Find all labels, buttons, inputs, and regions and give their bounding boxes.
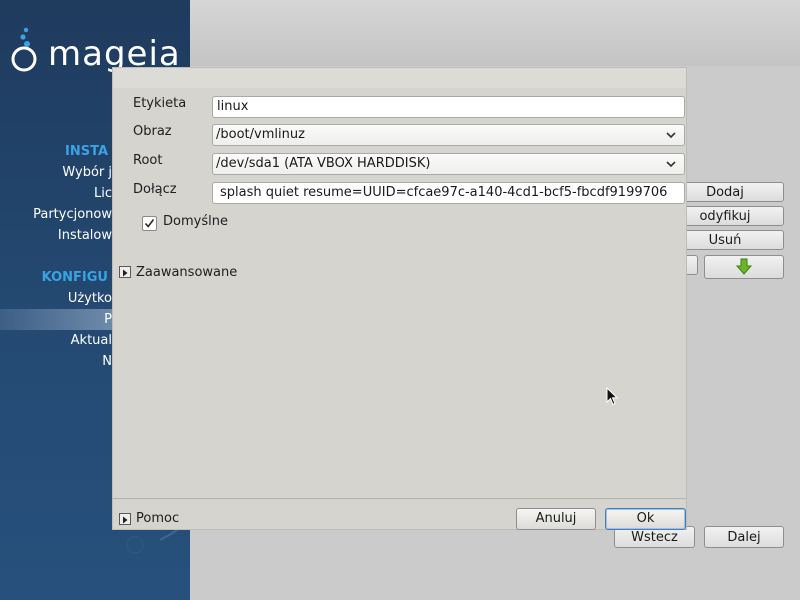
advanced-expander[interactable] xyxy=(119,266,131,278)
chevron-down-icon xyxy=(666,132,676,139)
sidebar-item-installing: Instalow xyxy=(57,228,112,243)
append-input[interactable]: splash quiet resume=UUID=cfcae97c-a140-4… xyxy=(212,182,685,204)
move-down-button[interactable] xyxy=(704,255,784,279)
ok-button[interactable]: Ok xyxy=(605,508,686,530)
dialog-separator xyxy=(113,498,686,499)
sidebar-item-updates: Aktual xyxy=(70,333,112,348)
dialog-top-strip xyxy=(113,68,686,88)
root-combo-value: /dev/sda1 (ATA VBOX HARDDISK) xyxy=(216,156,431,171)
root-field-label: Root xyxy=(133,153,163,168)
triangle-right-icon xyxy=(123,516,128,524)
triangle-right-icon xyxy=(123,269,128,277)
image-field-label: Obraz xyxy=(133,124,172,139)
next-button[interactable]: Dalej xyxy=(704,526,784,548)
chevron-down-icon xyxy=(666,161,676,168)
label-field-label: Etykieta xyxy=(133,96,187,111)
bootloader-entry-dialog: Etykieta linux Obraz /boot/vmlinuz Root … xyxy=(112,67,687,530)
sidebar-section-config: KONFIGU xyxy=(41,270,108,285)
sidebar-item-language: Wybór j xyxy=(62,165,112,180)
checkmark-icon xyxy=(144,219,155,228)
arrow-down-icon xyxy=(735,258,753,275)
main-topbar xyxy=(190,0,800,66)
image-combo[interactable]: /boot/vmlinuz xyxy=(212,124,685,146)
append-field-label: Dołącz xyxy=(133,182,177,197)
sidebar-item-license: Lic xyxy=(93,186,112,201)
help-label[interactable]: Pomoc xyxy=(136,511,179,526)
sidebar-item-users: Użytko xyxy=(67,291,112,306)
image-combo-value: /boot/vmlinuz xyxy=(216,127,305,142)
sidebar-item-partitioning: Partycjonow xyxy=(33,207,112,222)
sidebar-section-install: INSTA xyxy=(65,144,108,159)
root-combo[interactable]: /dev/sda1 (ATA VBOX HARDDISK) xyxy=(212,153,685,175)
advanced-label[interactable]: Zaawansowane xyxy=(136,265,237,280)
help-expander[interactable] xyxy=(119,513,131,525)
default-checkbox-label: Domyślne xyxy=(163,214,228,229)
sidebar-item-bootloader: P xyxy=(104,312,112,327)
sidebar-item-exit: N xyxy=(102,354,112,369)
default-checkbox[interactable] xyxy=(142,216,157,231)
mouse-cursor-icon xyxy=(606,387,619,406)
cancel-button[interactable]: Anuluj xyxy=(516,508,596,530)
label-input[interactable]: linux xyxy=(212,96,685,118)
